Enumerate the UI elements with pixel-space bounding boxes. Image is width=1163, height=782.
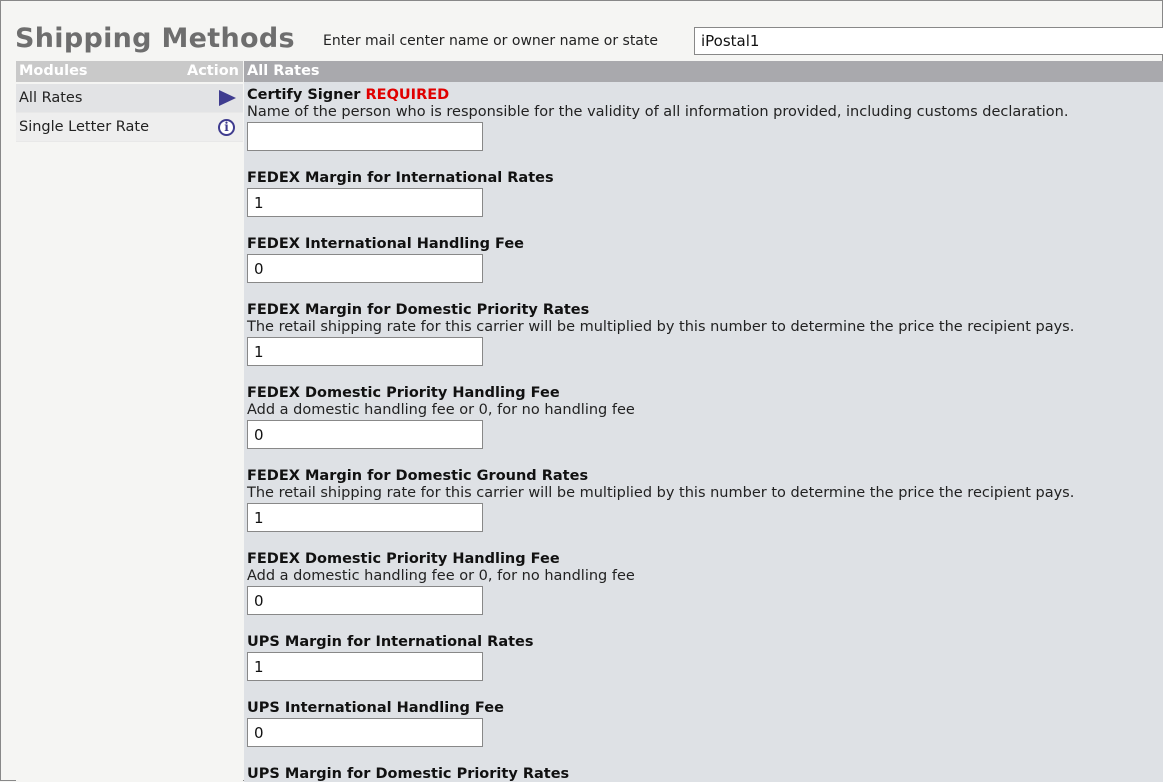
field-description: Name of the person who is responsible fo… (247, 104, 1069, 120)
field-ups-margin-international: UPS Margin for International Rates (244, 634, 1163, 681)
page-title: Shipping Methods (15, 23, 295, 54)
field-label: FEDEX Domestic Priority Handling Fee (247, 385, 560, 401)
field-fedex-domestic-priority-handling-2: FEDEX Domestic Priority Handling Fee Add… (244, 551, 1163, 615)
module-all-rates[interactable]: All Rates (16, 84, 243, 113)
field-label: FEDEX International Handling Fee (247, 236, 525, 252)
modules-column-header: Modules (19, 63, 88, 79)
field-description: The retail shipping rate for this carrie… (247, 319, 1075, 335)
sidebar: Modules Action All Rates Single Letter R… (16, 61, 243, 782)
field-label-text: Certify Signer (247, 87, 361, 103)
action-column-header: Action (186, 63, 239, 79)
field-label: UPS International Handling Fee (247, 700, 504, 716)
field-fedex-margin-domestic-priority: FEDEX Margin for Domestic Priority Rates… (244, 302, 1163, 366)
field-label: UPS Margin for International Rates (247, 634, 534, 650)
fedex-domestic-priority-handling-input[interactable] (247, 420, 483, 449)
module-single-letter-rate[interactable]: Single Letter Rate i (16, 113, 243, 142)
ups-margin-international-input[interactable] (247, 652, 483, 681)
main-panel: All Rates Certify Signer REQUIRED Name o… (244, 61, 1163, 782)
sidebar-header: Modules Action (16, 61, 243, 82)
info-icon[interactable]: i (218, 118, 235, 136)
field-description: Add a domestic handling fee or 0, for no… (247, 568, 635, 584)
field-description: Add a domestic handling fee or 0, for no… (247, 402, 635, 418)
module-label: Single Letter Rate (19, 119, 150, 135)
search-label: Enter mail center name or owner name or … (323, 33, 658, 49)
field-fedex-domestic-priority-handling: FEDEX Domestic Priority Handling Fee Add… (244, 385, 1163, 449)
field-fedex-international-handling: FEDEX International Handling Fee (244, 236, 1163, 283)
field-fedex-margin-domestic-ground: FEDEX Margin for Domestic Ground Rates T… (244, 468, 1163, 532)
fedex-domestic-priority-handling-2-input[interactable] (247, 586, 483, 615)
field-ups-international-handling: UPS International Handling Fee (244, 700, 1163, 747)
search-input[interactable] (694, 27, 1163, 55)
play-icon[interactable] (219, 90, 236, 106)
field-label: FEDEX Domestic Priority Handling Fee (247, 551, 560, 567)
certify-signer-input[interactable] (247, 122, 483, 151)
main-header: All Rates (244, 61, 1163, 82)
field-certify-signer: Certify Signer REQUIRED Name of the pers… (244, 87, 1163, 151)
field-ups-margin-domestic-priority: UPS Margin for Domestic Priority Rates (244, 766, 1163, 782)
field-label: Certify Signer REQUIRED (247, 87, 1163, 104)
field-label: FEDEX Margin for International Rates (247, 170, 554, 186)
field-fedex-margin-international: FEDEX Margin for International Rates (244, 170, 1163, 217)
required-badge: REQUIRED (365, 87, 450, 103)
fedex-margin-domestic-ground-input[interactable] (247, 503, 483, 532)
module-label: All Rates (19, 90, 83, 106)
fedex-margin-international-input[interactable] (247, 188, 483, 217)
field-label: FEDEX Margin for Domestic Priority Rates (247, 302, 590, 318)
field-label: UPS Margin for Domestic Priority Rates (247, 766, 570, 782)
field-label: FEDEX Margin for Domestic Ground Rates (247, 468, 589, 484)
ups-international-handling-input[interactable] (247, 718, 483, 747)
field-description: The retail shipping rate for this carrie… (247, 485, 1075, 501)
fedex-margin-domestic-priority-input[interactable] (247, 337, 483, 366)
fedex-international-handling-input[interactable] (247, 254, 483, 283)
